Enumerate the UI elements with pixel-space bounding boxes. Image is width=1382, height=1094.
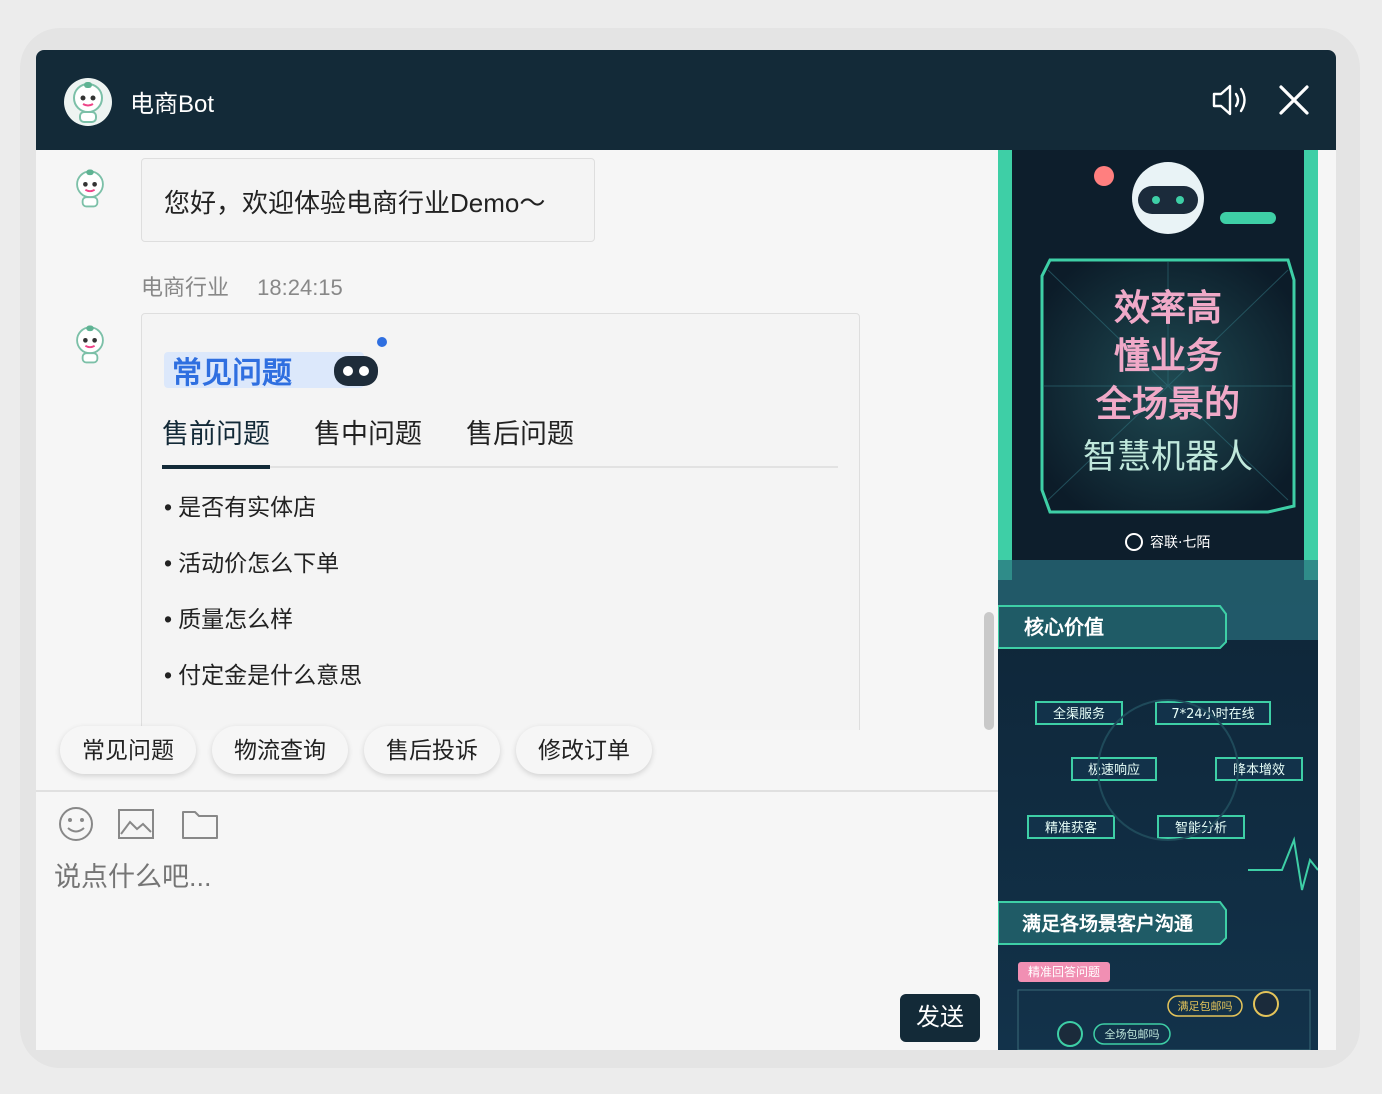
faq-title-banner: 常见问题 — [164, 337, 387, 391]
message-list[interactable]: 您好，欢迎体验电商行业Demo～ 电商行业 18:24:15 常见问题 售前问题 — [36, 150, 998, 730]
bot-avatar-icon — [76, 169, 104, 208]
faq-question[interactable]: 付定金是什么意思 — [164, 660, 362, 716]
quick-reply-chip[interactable]: 物流查询 — [212, 726, 348, 774]
quick-reply-chip[interactable]: 常见问题 — [60, 726, 196, 774]
chat-scrollbar[interactable] — [984, 612, 994, 730]
bot-avatar-icon — [76, 325, 104, 364]
quick-reply-chip[interactable]: 售后投诉 — [364, 726, 500, 774]
message-meta: 电商行业 18:24:15 — [141, 270, 365, 302]
emoji-icon[interactable] — [56, 804, 96, 844]
faq-tabs: 售前问题 售中问题 售后问题 — [162, 412, 838, 469]
banner-feature: 降本增效 — [1233, 763, 1285, 778]
tab-insale[interactable]: 售中问题 — [314, 412, 422, 465]
composer: 发送 — [36, 790, 998, 1050]
faq-question[interactable]: 是否有实体店 — [164, 492, 362, 548]
welcome-message: 您好，欢迎体验电商行业Demo～ — [141, 158, 595, 242]
banner-headline-line: 效率高 — [1114, 288, 1222, 329]
banner-feature: 精准获客 — [1045, 820, 1097, 836]
banner-feature: 极速响应 — [1088, 762, 1140, 778]
promo-banner: 效率高 懂业务 全场景的 智慧机器人 容联·七陌 核心价值 全渠服务 7*24小… — [998, 150, 1318, 1050]
banner-tag: 精准回答问题 — [1028, 964, 1100, 979]
message-text: 您好，欢迎体验电商行业Demo～ — [164, 188, 546, 218]
banner-feature: 全渠服务 — [1053, 706, 1105, 722]
promo-banner-art: 效率高 懂业务 全场景的 智慧机器人 容联·七陌 核心价值 全渠服务 7*24小… — [998, 150, 1318, 1050]
banner-section-title: 核心价值 — [1024, 615, 1104, 639]
bot-avatar-icon — [64, 78, 112, 126]
tab-aftersale[interactable]: 售后问题 — [466, 412, 574, 465]
banner-feature: 7*24小时在线 — [1171, 707, 1254, 722]
sender-name: 电商行业 — [141, 275, 230, 300]
close-icon[interactable] — [1276, 82, 1312, 118]
faq-title-text: 常见问题 — [172, 356, 292, 391]
chat-window: 电商Bot 您好，欢迎体验电商行业Demo～ 电商行业 18:24:15 常见问… — [36, 50, 1336, 1050]
banner-headline-line: 智慧机器人 — [1083, 437, 1253, 477]
faq-card: 常见问题 售前问题 售中问题 售后问题 是否有实体店 活动价怎么下单 质量怎么样… — [141, 313, 860, 730]
tab-presale[interactable]: 售前问题 — [162, 412, 270, 469]
faq-question[interactable]: 活动价怎么下单 — [164, 548, 362, 604]
message-time: 18:24:15 — [257, 275, 343, 300]
banner-headline-line: 懂业务 — [1114, 336, 1222, 377]
folder-icon[interactable] — [180, 804, 220, 844]
speaker-icon[interactable] — [1210, 82, 1250, 118]
send-button[interactable]: 发送 — [900, 994, 980, 1042]
faq-question[interactable]: 质量怎么样 — [164, 604, 362, 660]
banner-headline-line: 全场景的 — [1095, 383, 1240, 425]
image-icon[interactable] — [116, 804, 156, 844]
banner-section-title: 满足各场景客户沟通 — [1022, 912, 1194, 935]
chat-title: 电商Bot — [130, 91, 215, 118]
banner-bubble: 满足包邮吗 — [1178, 1000, 1233, 1013]
quick-reply-chip[interactable]: 修改订单 — [516, 726, 652, 774]
banner-brand: 容联·七陌 — [1150, 534, 1210, 551]
quick-replies: 常见问题 物流查询 售后投诉 修改订单 — [36, 726, 998, 786]
message-input[interactable] — [52, 856, 956, 898]
banner-bubble: 全场包邮吗 — [1105, 1027, 1160, 1041]
banner-feature: 智能分析 — [1175, 821, 1227, 836]
faq-question-list: 是否有实体店 活动价怎么下单 质量怎么样 付定金是什么意思 — [164, 492, 362, 716]
chat-header: 电商Bot — [36, 50, 1336, 150]
